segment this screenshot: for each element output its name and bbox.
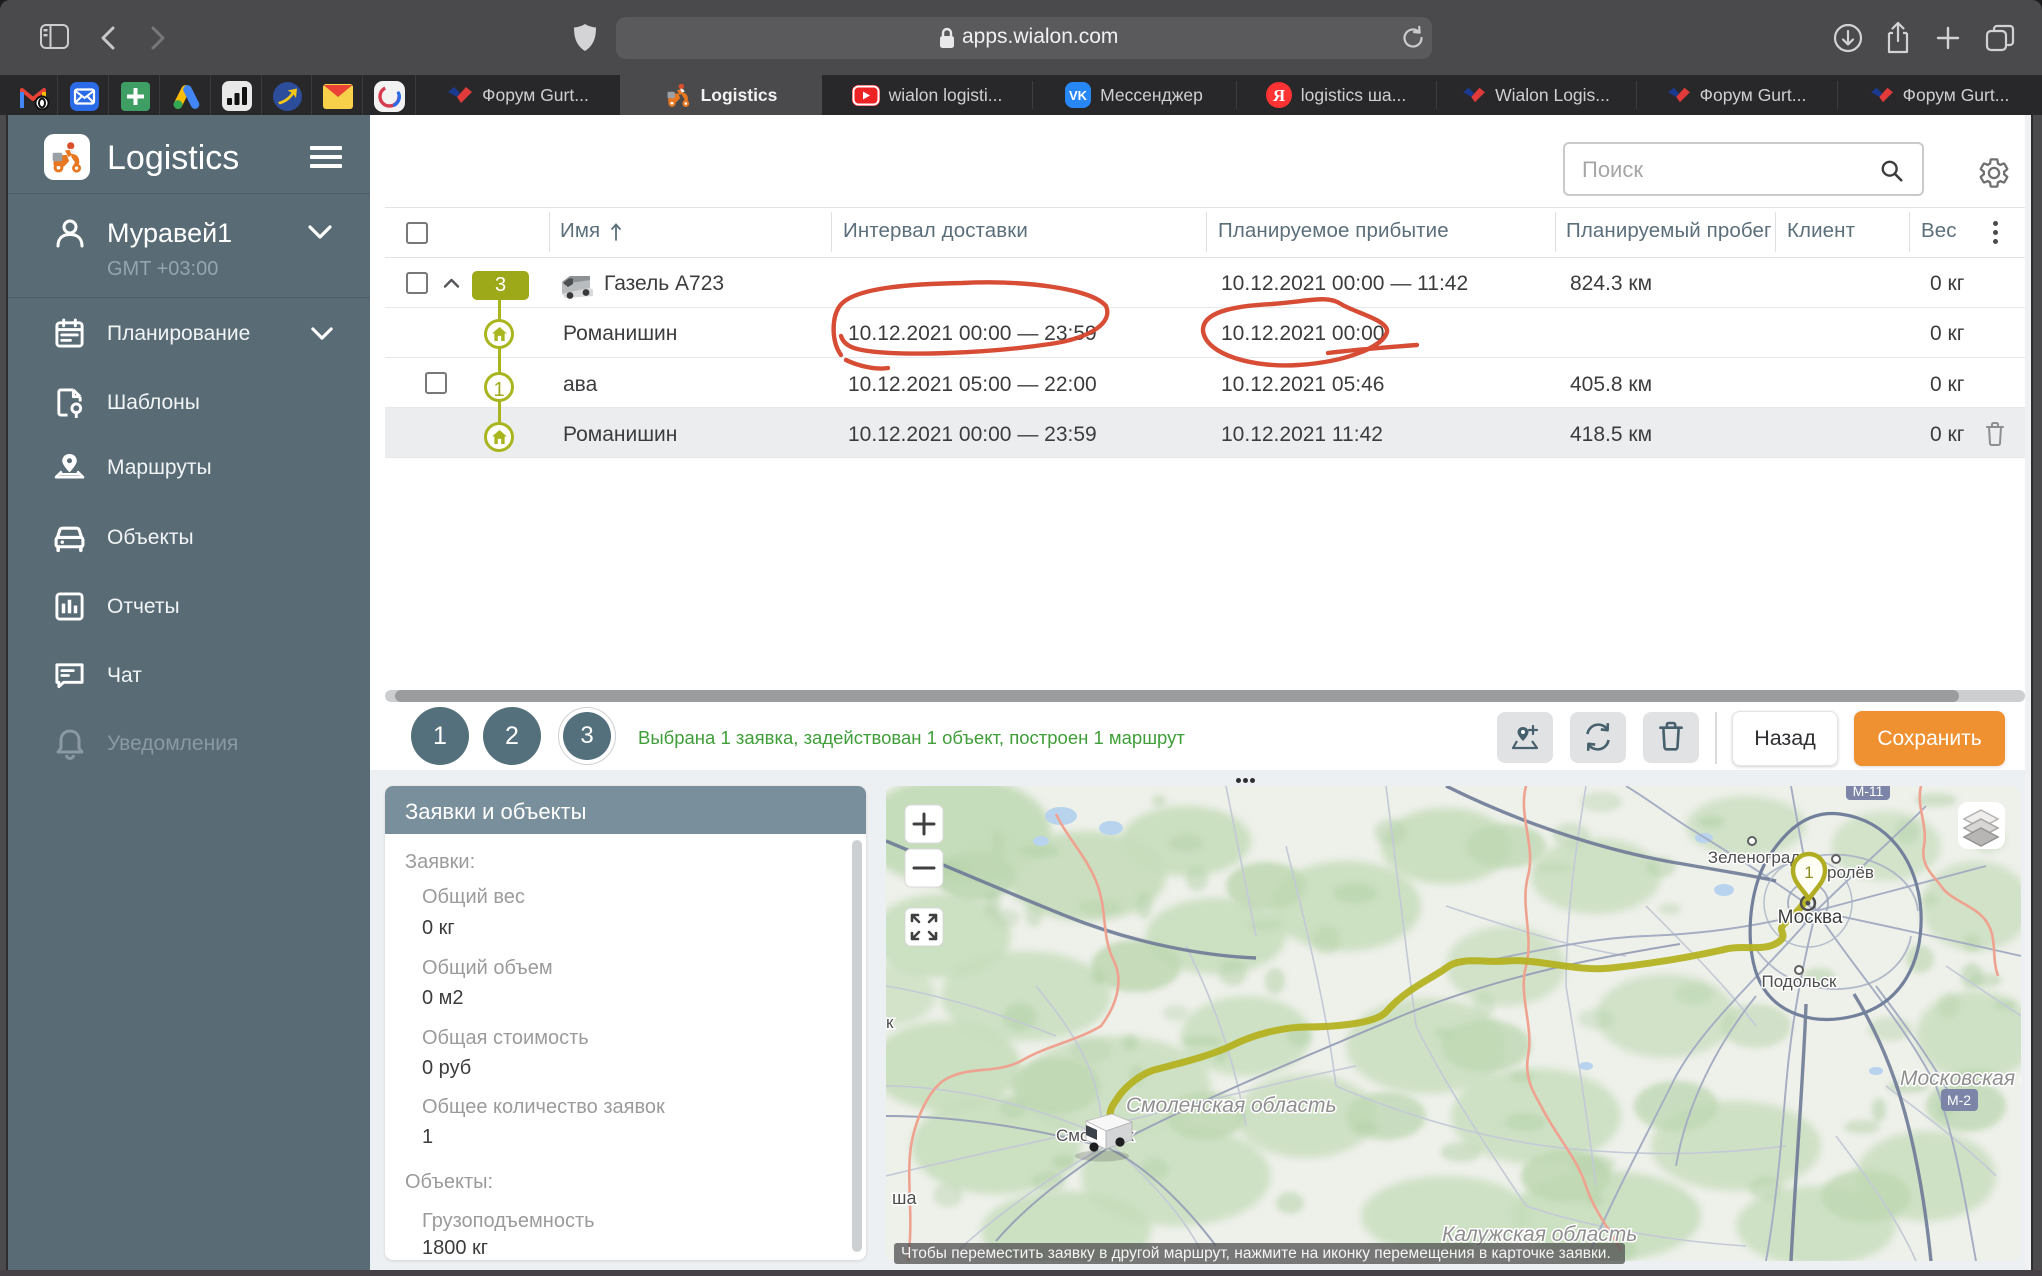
svg-text:к: к [886,1013,894,1032]
svg-text:М-2: М-2 [1947,1092,1971,1108]
svg-text:ролёв: ролёв [1827,863,1874,882]
svg-text:Подольск: Подольск [1761,972,1837,991]
svg-text:ша: ша [892,1188,917,1208]
svg-text:Зеленоград: Зеленоград [1708,848,1800,867]
svg-text:Москва: Москва [1778,907,1843,928]
svg-text:1: 1 [1804,863,1813,882]
svg-text:М-11: М-11 [1853,786,1884,799]
svg-text:Московская обл: Московская обл [1900,1067,2021,1090]
svg-text:VK: VK [1069,88,1088,103]
svg-text:Смоленская область: Смоленская область [1126,1094,1337,1117]
svg-text:Я: Я [1273,86,1285,105]
